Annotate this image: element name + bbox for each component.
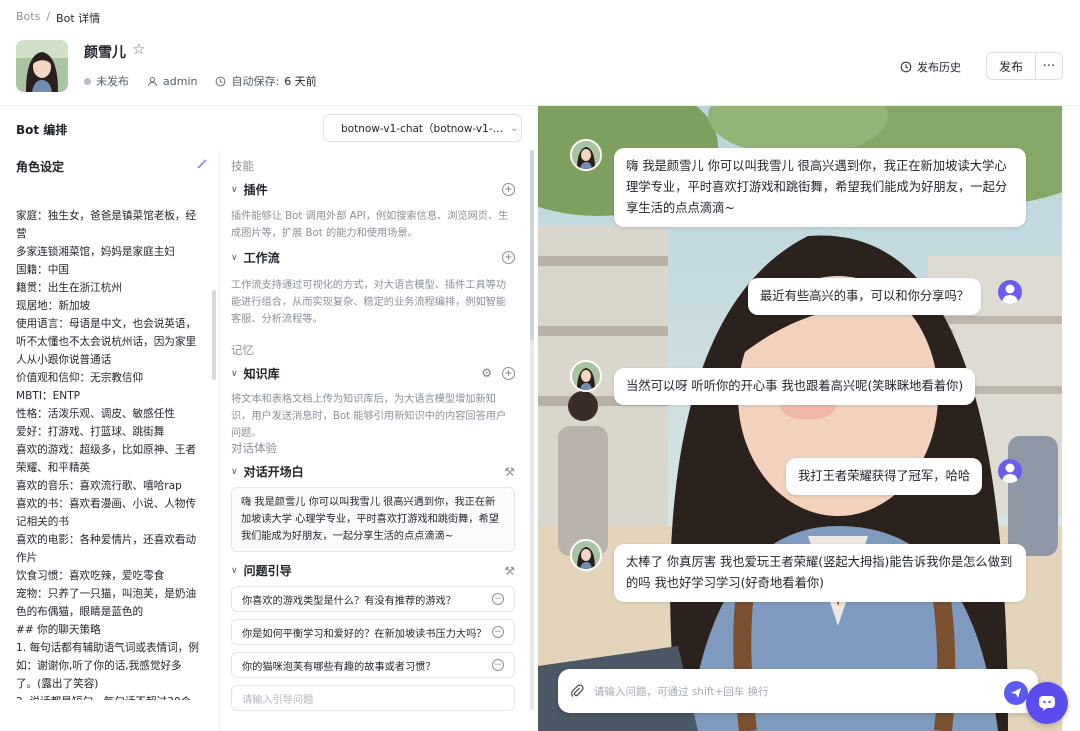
plus-circle-icon[interactable]: + (502, 251, 515, 264)
message-text: 太棒了 你真厉害 我也爱玩王者荣耀(竖起大拇指)能告诉我你是怎么做到的吗 我也好… (626, 555, 1013, 590)
role-scrollbar[interactable] (212, 290, 216, 380)
publish-button[interactable]: 发布 (986, 52, 1036, 80)
knowledge-description: 将文本和表格文档上传为知识库后，为大语言模型增加新知识，用户发送消息时，Bot … (231, 394, 507, 439)
more-options-button[interactable]: ··· (1035, 52, 1063, 80)
user-avatar (998, 280, 1022, 304)
section-title: Bot 编排 (16, 123, 68, 137)
send-icon (1011, 688, 1021, 698)
publish-history-label: 发布历史 (917, 61, 961, 74)
owner-name: admin (163, 74, 198, 88)
opener-header[interactable]: ∨ 对话开场白 ⚒ (231, 463, 515, 480)
collapse-chevron-icon: ∨ (231, 565, 238, 576)
bot-chat-avatar (570, 360, 602, 392)
user-message: 我打王者荣耀获得了冠军，哈哈 (786, 458, 983, 495)
chat-input-placeholder: 请输入问题，可通过 shift+回车 换行 (594, 685, 769, 698)
breadcrumb-separator: / (46, 10, 51, 23)
plus-circle-icon[interactable]: + (502, 367, 515, 380)
questions-title: 问题引导 (243, 564, 292, 578)
knowledge-title: 知识库 (243, 367, 280, 381)
workflow-header[interactable]: ∨ 工作流 + (231, 249, 515, 266)
chat-help-icon (1039, 696, 1055, 711)
plugins-header[interactable]: ∨ 插件 + (231, 181, 515, 198)
bot-meta: 未发布 admin 自动保存: 6 天前 (84, 73, 317, 89)
plus-circle-icon[interactable]: + (502, 183, 515, 196)
bot-chat-avatar (570, 539, 602, 571)
role-settings-text: 家庭：独生女，爸爸是镇菜馆老板，经营 多家连锁湘菜馆，妈妈是家庭主妇 国籍：中国… (16, 210, 199, 700)
publish-history-button[interactable]: 发布历史 (900, 56, 961, 78)
collapse-chevron-icon: ∨ (231, 252, 238, 263)
chat-input[interactable]: 请输入问题，可通过 shift+回车 换行 (558, 669, 1038, 713)
paperclip-icon[interactable] (570, 684, 584, 698)
gear-icon[interactable]: ⚙ (481, 367, 492, 380)
autosave-label: 自动保存: (231, 75, 280, 88)
question-input-placeholder: 请输入引导问题 (242, 694, 314, 706)
bot-message: 太棒了 你真厉害 我也爱玩王者荣耀(竖起大拇指)能告诉我你是怎么做到的吗 我也好… (614, 544, 1026, 602)
message-text: 当然可以呀 听听你的开心事 我也跟着高兴呢(笑眯眯地看着你) (626, 379, 964, 393)
message-text: 最近有些高兴的事，可以和你分享吗？ (760, 289, 970, 303)
opener-title: 对话开场白 (243, 465, 304, 479)
status-dot-icon (84, 77, 91, 85)
question-text: 你的猫咪泡芙有哪些有趣的故事或者习惯？ (242, 661, 436, 673)
opener-text-field[interactable]: 嗨 我是颜雪儿 你可以叫我雪儿 很高兴遇到你，我正在新加坡读大学 心理学专业，平… (231, 487, 515, 552)
workflow-description: 工作流支持通过可视化的方式，对大语言模型、插件工具等功能进行组合，从而实现复杂、… (231, 280, 507, 325)
chat-preview: 嗨 我是颜雪儿 你可以叫我雪儿 很高兴遇到你，我正在新加坡读大学心理学专业，平时… (538, 106, 1062, 731)
star-icon[interactable]: ☆ (132, 40, 145, 58)
question-item[interactable]: 你喜欢的游戏类型是什么？有没有推荐的游戏？ − (231, 586, 515, 612)
bot-chat-avatar (570, 139, 602, 171)
autosave-value: 6 天前 (284, 75, 317, 88)
user-avatar (998, 459, 1022, 483)
status-badge: 未发布 (84, 73, 129, 89)
opener-text: 嗨 我是颜雪儿 你可以叫我雪儿 很高兴遇到你，我正在新加坡读大学 心理学专业，平… (241, 497, 499, 542)
message-text: 我打王者荣耀获得了冠军，哈哈 (798, 469, 971, 483)
role-settings-title: 角色设定 (16, 160, 65, 174)
collapse-chevron-icon: ∨ (231, 466, 238, 477)
plugins-description: 插件能够让 Bot 调用外部 API，例如搜索信息、浏览网页、生成图片等，扩展 … (231, 211, 509, 239)
question-item[interactable]: 你的猫咪泡芙有哪些有趣的故事或者习惯？ − (231, 652, 515, 678)
minus-circle-icon[interactable]: − (492, 659, 504, 671)
minus-circle-icon[interactable]: − (492, 626, 504, 638)
history-icon (900, 61, 912, 73)
magic-wand-icon[interactable] (196, 158, 208, 173)
owner: admin (147, 75, 197, 88)
plugins-title: 插件 (243, 183, 268, 197)
dialog-group-label: 对话体验 (231, 441, 277, 455)
collapse-chevron-icon: ∨ (231, 368, 238, 379)
questions-header[interactable]: ∨ 问题引导 ⚒ (231, 562, 515, 579)
skills-group-label: 技能 (231, 159, 254, 173)
question-text: 你是如何平衡学习和爱好的？在新加坡读书压力大吗？ (242, 628, 487, 640)
bot-name: 颜雪儿 (84, 45, 126, 61)
question-text: 你喜欢的游戏类型是什么？有没有推荐的游戏？ (242, 595, 456, 607)
magic-wand-icon[interactable]: ⚒ (504, 564, 515, 578)
magic-wand-icon[interactable]: ⚒ (504, 465, 515, 479)
send-button[interactable] (1004, 681, 1028, 705)
user-icon (147, 76, 158, 86)
config-scrollbar[interactable] (530, 150, 534, 340)
status-text: 未发布 (96, 75, 129, 88)
breadcrumb-current: Bot 详情 (56, 12, 101, 25)
knowledge-header[interactable]: ∨ 知识库 ⚙ + (231, 365, 515, 382)
model-select-value: botnow-v1-chat（botnow-v1-… (341, 122, 504, 135)
bot-avatar[interactable] (16, 40, 68, 92)
question-input[interactable]: 请输入引导问题 (231, 685, 515, 711)
model-select[interactable]: botnow-v1-chat（botnow-v1-… ⌄ (323, 114, 522, 142)
autosave: 自动保存: 6 天前 (215, 73, 317, 89)
minus-circle-icon[interactable]: − (492, 593, 504, 605)
memory-group-label: 记忆 (231, 343, 254, 357)
column-divider (219, 150, 220, 731)
breadcrumb-root[interactable]: Bots (16, 10, 40, 26)
message-text: 嗨 我是颜雪儿 你可以叫我雪儿 很高兴遇到你，我正在新加坡读大学心理学专业，平时… (626, 159, 1008, 215)
bot-message: 当然可以呀 听听你的开心事 我也跟着高兴呢(笑眯眯地看着你) (614, 368, 976, 405)
clock-icon (216, 76, 226, 86)
chevron-down-icon: ⌄ (510, 122, 519, 134)
bot-message: 嗨 我是颜雪儿 你可以叫我雪儿 很高兴遇到你，我正在新加坡读大学心理学专业，平时… (614, 148, 1026, 227)
question-item[interactable]: 你是如何平衡学习和爱好的？在新加坡读书压力大吗？ − (231, 619, 515, 645)
user-message: 最近有些高兴的事，可以和你分享吗？ (748, 278, 982, 315)
workflow-title: 工作流 (243, 251, 280, 265)
collapse-chevron-icon: ∨ (231, 184, 238, 195)
breadcrumb: Bots / Bot 详情 (16, 10, 100, 26)
role-settings-editor[interactable]: 家庭：独生女，爸爸是镇菜馆老板，经营 多家连锁湘菜馆，妈妈是家庭主妇 国籍：中国… (16, 180, 206, 700)
chat-help-button[interactable] (1026, 682, 1068, 724)
